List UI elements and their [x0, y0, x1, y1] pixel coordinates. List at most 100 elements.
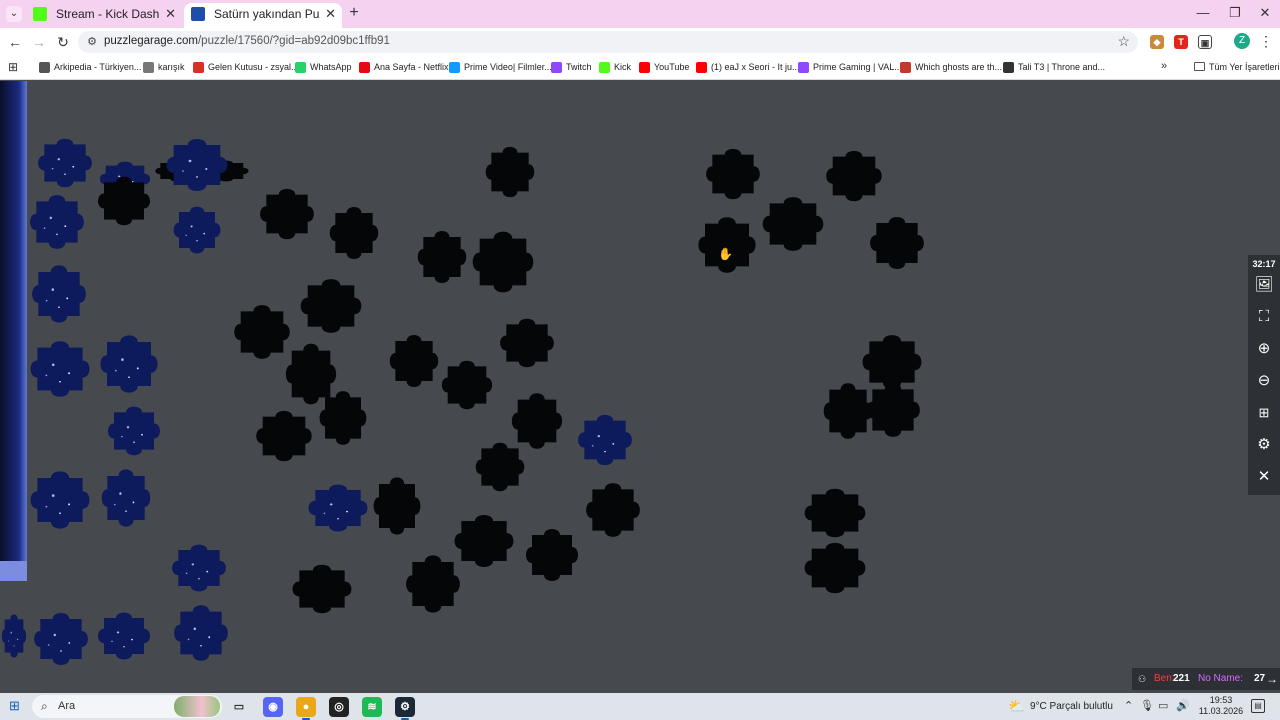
browser-menu-icon[interactable]: ⋮ [1259, 33, 1273, 50]
puzzle-piece[interactable] [370, 473, 424, 539]
taskbar-search[interactable]: ⌕ Ara [32, 695, 222, 718]
puzzle-piece[interactable] [304, 481, 372, 535]
puzzle-piece[interactable] [866, 213, 928, 273]
puzzle-piece[interactable] [800, 485, 870, 541]
spotify-icon[interactable]: ≋ [362, 697, 382, 717]
puzzle-piece[interactable] [94, 609, 154, 663]
puzzle-piece[interactable] [296, 275, 366, 337]
puzzle-piece[interactable] [96, 331, 162, 397]
bookmark-item[interactable]: Twitch [551, 60, 592, 76]
bookmark-star-icon[interactable]: ☆ [1117, 33, 1130, 50]
bookmark-item[interactable]: Kick [599, 60, 631, 76]
reload-icon[interactable]: ↻ [54, 33, 72, 51]
bookmark-item[interactable]: (1) eaJ x Seori - It ju... [696, 60, 800, 76]
bookmark-item[interactable]: Tali T3 | Throne and... [1003, 60, 1105, 76]
puzzle-piece[interactable] [414, 227, 470, 287]
back-icon[interactable]: ← [6, 33, 24, 51]
tab-stream-kick-dashboard[interactable]: Stream - Kick Dashboard ✕ [26, 3, 182, 28]
puzzle-piece[interactable] [800, 539, 870, 597]
preview-image-icon[interactable]: 🖼 [1254, 275, 1274, 295]
puzzle-piece[interactable] [582, 479, 644, 541]
bookmark-item[interactable]: Arkipedia - Türkiyen... [39, 60, 141, 76]
system-clock[interactable]: 19:53 11.03.2026 [1198, 695, 1244, 717]
obs-icon[interactable]: ◎ [329, 697, 349, 717]
puzzle-piece[interactable] [30, 609, 92, 669]
bookmark-item[interactable]: WhatsApp [295, 60, 352, 76]
puzzle-piece[interactable] [0, 611, 28, 661]
puzzle-piece[interactable] [94, 173, 154, 229]
puzzle-piece[interactable] [862, 379, 924, 441]
puzzle-piece[interactable] [402, 551, 464, 617]
puzzle-piece[interactable] [694, 213, 760, 277]
zoom-out-icon[interactable]: ⊖ [1254, 371, 1274, 391]
tab-search-icon[interactable]: ⌄ [6, 6, 22, 22]
puzzle-piece[interactable] [26, 337, 94, 401]
puzzle-piece[interactable] [758, 193, 828, 255]
task-view-icon[interactable]: ▭ [229, 697, 249, 717]
tray-expand-icon[interactable]: ⌃ [1124, 699, 1133, 712]
close-tab-icon[interactable]: ✕ [165, 3, 176, 25]
windows-start-icon[interactable]: ⊞ [9, 699, 23, 713]
puzzle-piece[interactable] [386, 331, 442, 391]
steam-icon[interactable]: ⚙ [395, 697, 415, 720]
bookmark-item[interactable]: Prime Gaming | VAL... [798, 60, 902, 76]
puzzle-piece[interactable] [170, 203, 224, 257]
puzzle-piece[interactable] [316, 387, 370, 449]
bookmark-item[interactable]: Ana Sayfa - Netflix [359, 60, 449, 76]
new-tab-icon[interactable]: + [345, 4, 363, 22]
close-game-icon[interactable]: ✕ [1254, 467, 1274, 487]
puzzle-piece[interactable] [702, 145, 764, 203]
zoom-in-icon[interactable]: ⊕ [1254, 339, 1274, 359]
network-icon[interactable]: ▭ [1158, 699, 1168, 712]
restore-icon[interactable]: ❐ [1218, 4, 1252, 22]
puzzle-piece[interactable] [252, 407, 316, 465]
puzzle-piece[interactable] [438, 357, 496, 413]
close-tab-icon[interactable]: ✕ [325, 3, 336, 25]
puzzle-piece[interactable] [822, 147, 886, 205]
puzzle-board[interactable]: ✋ [0, 81, 1280, 693]
tab-puzzle[interactable]: Satürn yakından Puzzle ve Yapb ✕ [184, 3, 342, 28]
puzzle-piece[interactable] [288, 561, 356, 617]
puzzle-piece[interactable] [28, 261, 90, 327]
close-window-icon[interactable]: ✕ [1248, 4, 1280, 22]
address-bar[interactable]: ⚙ puzzlegarage.com/puzzle/17560/?gid=ab9… [78, 31, 1138, 53]
puzzle-piece[interactable] [26, 467, 94, 533]
puzzle-piece[interactable] [326, 203, 382, 263]
weather-widget[interactable]: ⛅ 9°C Parçalı bulutlu [1008, 698, 1113, 715]
url-text[interactable]: puzzlegarage.com/puzzle/17560/?gid=ab92d… [104, 35, 390, 47]
puzzle-piece[interactable] [162, 135, 232, 195]
microphone-icon[interactable]: 🎙 [1140, 699, 1154, 712]
discord-icon[interactable]: ◉ [263, 697, 283, 717]
profile-avatar[interactable]: Z [1234, 33, 1250, 49]
settings-gear-icon[interactable]: ⚙ [1254, 435, 1274, 455]
volume-icon[interactable]: 🔊 [1176, 699, 1190, 712]
puzzle-piece[interactable] [26, 191, 88, 253]
sort-pieces-icon[interactable]: ⊞ [1254, 403, 1274, 423]
puzzle-piece[interactable] [472, 439, 528, 495]
all-bookmarks-folder[interactable]: Tüm Yer İşaretleri [1194, 60, 1280, 76]
bookmark-item[interactable]: karışık [143, 60, 185, 76]
puzzle-piece[interactable] [98, 465, 154, 531]
puzzle-piece[interactable] [256, 185, 318, 243]
bookmark-item[interactable]: YouTube [639, 60, 689, 76]
puzzle-piece[interactable] [522, 525, 582, 585]
puzzle-piece[interactable] [482, 143, 538, 201]
translate-extension-icon[interactable]: T [1174, 35, 1188, 49]
collapse-arrow-icon[interactable]: → [1266, 668, 1278, 690]
puzzle-piece[interactable] [574, 411, 636, 469]
extensions-puzzle-icon[interactable]: ▣ [1198, 35, 1212, 49]
forward-icon[interactable]: → [30, 33, 48, 51]
minimize-icon[interactable]: — [1186, 4, 1220, 22]
fullscreen-icon[interactable]: ⛶ [1254, 307, 1274, 327]
apps-grid-icon[interactable]: ⊞ [8, 60, 22, 74]
puzzle-piece[interactable] [468, 227, 538, 297]
extension-icon[interactable]: ◆ [1150, 35, 1164, 49]
puzzle-piece[interactable] [168, 541, 230, 595]
site-settings-icon[interactable]: ⚙ [85, 35, 99, 49]
bookmark-item[interactable]: Prime Video| Filmler... [449, 60, 552, 76]
puzzle-piece[interactable] [34, 135, 96, 191]
puzzle-piece[interactable] [104, 403, 164, 459]
chrome-icon[interactable]: ● [296, 697, 316, 720]
puzzle-piece[interactable] [170, 601, 232, 665]
bookmark-item[interactable]: Gelen Kutusu - zsyal... [193, 60, 299, 76]
